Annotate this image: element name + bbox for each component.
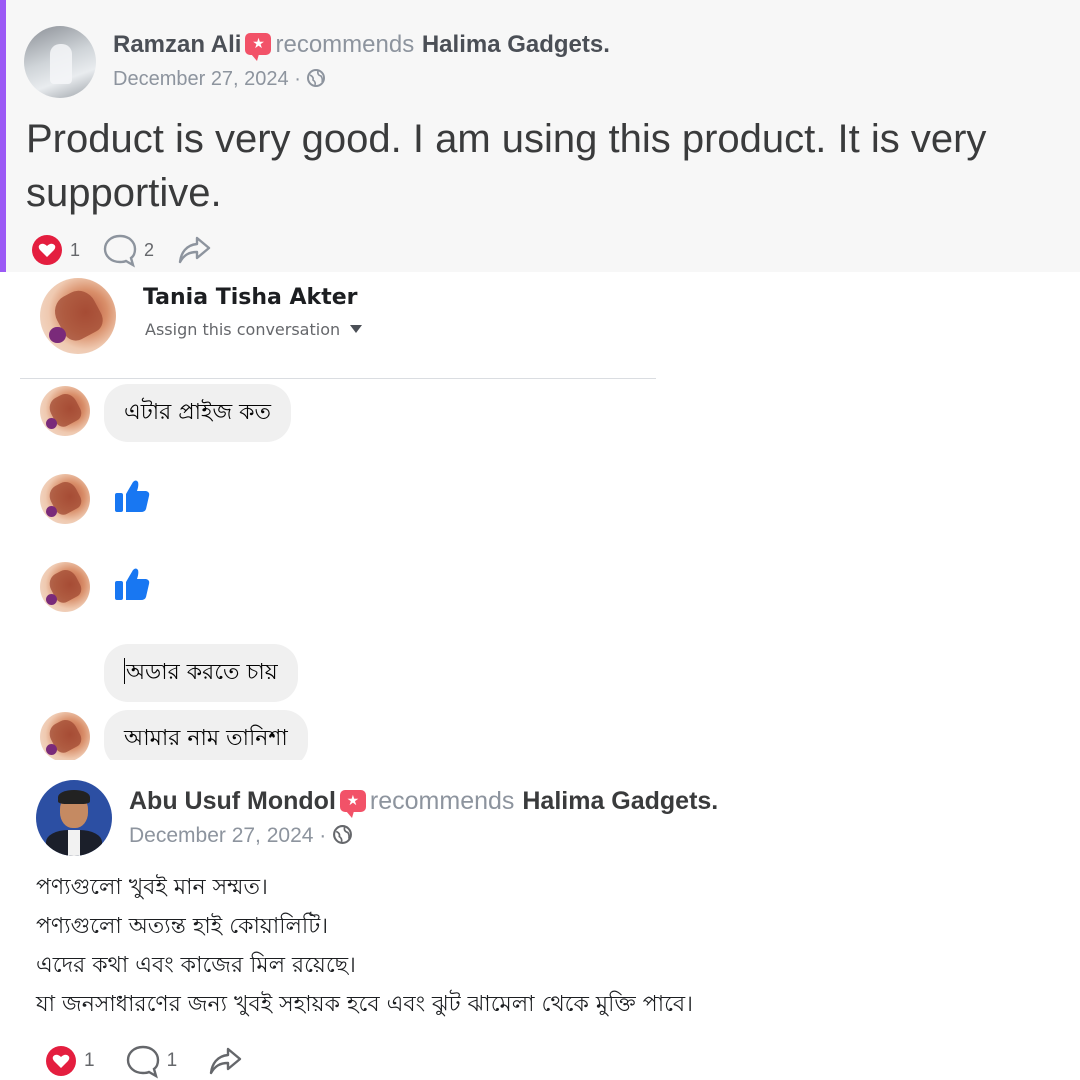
globe-icon — [307, 69, 326, 87]
recommend-badge-icon: ★ — [339, 790, 366, 818]
contact-name[interactable]: Tania Tisha Akter — [143, 285, 357, 310]
recommends-label: recommends — [369, 787, 515, 815]
love-count: 1 — [70, 239, 81, 260]
review-actions: 1 2 — [30, 232, 234, 268]
love-reaction[interactable]: 1 — [44, 1044, 95, 1078]
review-header: Abu Usuf Mondol ★ recommends Halima Gadget… — [129, 786, 718, 818]
review-line: এদের কথা এবং কাজের মিল রয়েছে। — [36, 953, 356, 978]
comment-icon — [126, 1045, 159, 1079]
love-reaction[interactable]: 1 — [30, 233, 80, 267]
review-line: পণ্যগুলো অত্যন্ত হাই কোয়ালিটি। — [36, 914, 329, 939]
header-divider — [20, 378, 656, 379]
review-line: যা জনসাধারণের জন্য খুবই সহায়ক হবে এবং ঝ… — [36, 992, 694, 1017]
comment-count: 1 — [166, 1050, 178, 1071]
contact-avatar[interactable] — [40, 278, 116, 354]
review-date: December 27, 2024 · — [129, 824, 353, 848]
avatar[interactable] — [24, 26, 96, 98]
love-count: 1 — [84, 1050, 95, 1071]
message-avatar[interactable] — [40, 562, 90, 612]
review-text: পণ্যগুলো খুবই মান সম্মত। পণ্যগুলো অত্যন্… — [36, 868, 1076, 1024]
love-reaction-icon — [32, 235, 62, 265]
message-avatar[interactable] — [40, 386, 90, 436]
assign-label: Assign this conversation — [145, 320, 341, 339]
recommends-label: recommends — [275, 31, 415, 58]
date-text[interactable]: December 27, 2024 · — [129, 824, 326, 847]
message-avatar[interactable] — [40, 474, 90, 524]
share-icon — [209, 1047, 242, 1075]
message-bubble[interactable]: এটার প্রাইজ কত — [104, 384, 292, 442]
message-avatar[interactable] — [40, 712, 90, 762]
review-text: Product is very good. I am using this pr… — [26, 117, 987, 215]
text-cursor — [124, 658, 125, 684]
share-button[interactable] — [176, 232, 212, 268]
share-icon — [178, 236, 211, 264]
review-card-abu-usuf-mondol: Abu Usuf Mondol ★ recommends Halima Gadget… — [16, 760, 1080, 1080]
date-text[interactable]: December 27, 2024 · — [113, 68, 301, 90]
review-actions: 1 1 — [44, 1043, 265, 1079]
comment-icon — [103, 234, 137, 268]
recommend-badge-icon: ★ — [245, 33, 272, 61]
message-bubble[interactable]: অডার করতে চায় — [104, 644, 298, 702]
thumbs-up-icon[interactable] — [112, 476, 152, 516]
avatar[interactable] — [36, 780, 112, 856]
review-date: December 27, 2024 · — [113, 68, 326, 91]
review-header: Ramzan Ali ★ recommends Halima Gadgets. — [113, 30, 610, 61]
comment-count: 2 — [144, 239, 155, 260]
page-name-link[interactable]: Halima Gadgets. — [522, 787, 718, 815]
globe-icon — [333, 825, 353, 844]
page-name-link[interactable]: Halima Gadgets. — [422, 31, 610, 58]
review-card-ramzan-ali: Ramzan Ali ★ recommends Halima Gadgets. De… — [0, 0, 1080, 272]
review-line: পণ্যগুলো খুবই মান সম্মত। — [36, 875, 268, 900]
thumbs-up-icon[interactable] — [112, 564, 152, 604]
assign-conversation-dropdown[interactable]: Assign this conversation — [145, 320, 363, 339]
messenger-conversation: Tania Tisha Akter Assign this conversati… — [20, 272, 1080, 768]
comment-button[interactable]: 1 — [125, 1043, 178, 1079]
dropdown-caret-icon — [350, 325, 363, 333]
love-reaction-icon — [46, 1046, 76, 1076]
share-button[interactable] — [207, 1043, 243, 1079]
review-accent-bar — [0, 0, 6, 272]
author-name[interactable]: Abu Usuf Mondol — [129, 787, 336, 815]
author-name[interactable]: Ramzan Ali — [113, 31, 241, 58]
comment-button[interactable]: 2 — [102, 232, 154, 268]
message-text: অডার করতে চায় — [126, 660, 278, 685]
